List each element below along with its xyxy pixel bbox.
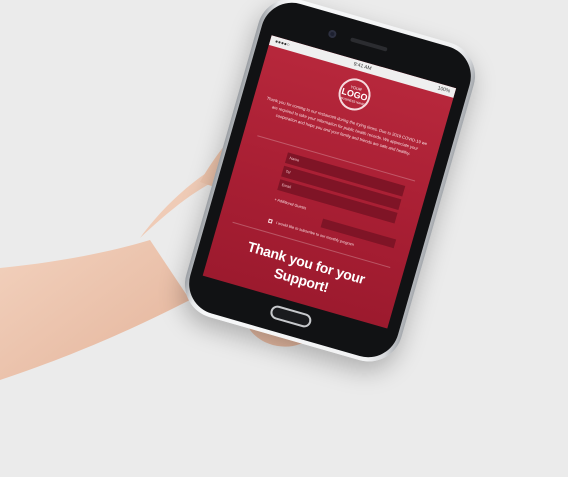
product-scene: ●●●●○ 9:41 AM 100% YOUR LOGO BUSINESS NA… (0, 0, 568, 477)
business-logo: YOUR LOGO BUSINESS NAME (334, 74, 375, 115)
additional-guests-label: Additional Guests (276, 198, 307, 211)
consent-checkbox[interactable] (267, 218, 273, 224)
earpiece-speaker (350, 37, 388, 52)
front-camera-icon (327, 29, 338, 39)
home-button[interactable] (268, 303, 313, 330)
battery-indicator: 100% (436, 85, 451, 95)
